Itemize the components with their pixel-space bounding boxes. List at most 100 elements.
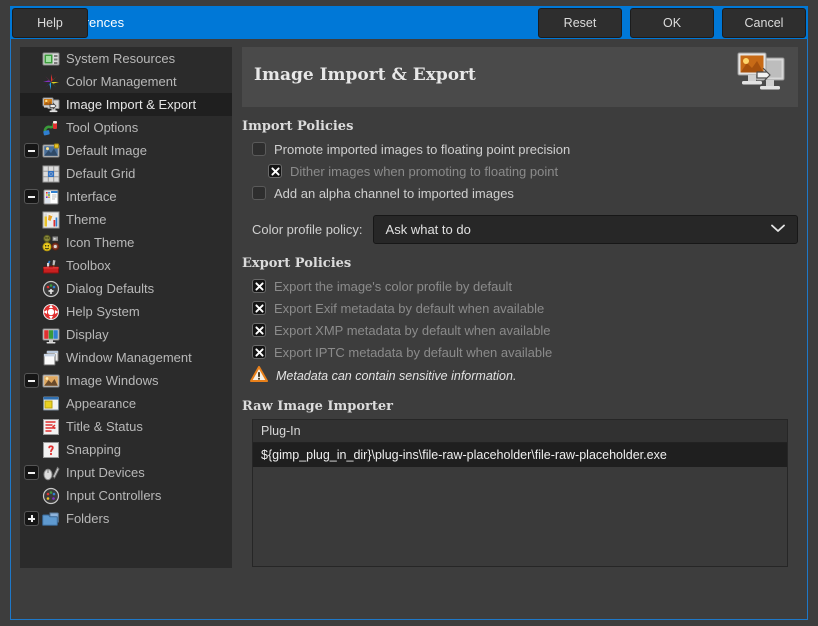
warning-triangle-icon <box>250 365 268 387</box>
raw-importer-row[interactable]: ${gimp_plug_in_dir}\plug-ins\file-raw-pl… <box>253 443 787 467</box>
reset-button[interactable]: Reset <box>538 8 622 38</box>
tool-options-icon <box>42 119 60 137</box>
dialog-defaults-icon <box>42 280 60 298</box>
raw-importer-list[interactable]: Plug-In ${gimp_plug_in_dir}\plug-ins\fil… <box>252 419 788 567</box>
export-policy-3-label: Export IPTC metadata by default when ava… <box>274 344 553 360</box>
input-controllers-icon <box>42 487 60 505</box>
sidebar-item-label: Appearance <box>66 396 137 411</box>
checkbox-checked-icon[interactable] <box>268 164 282 178</box>
appearance-icon <box>42 395 60 413</box>
export-policy-0-label: Export the image's color profile by defa… <box>274 278 513 294</box>
default-grid-icon <box>42 165 60 183</box>
ok-button[interactable]: OK <box>630 8 714 38</box>
sidebar-item-label: Image Windows <box>66 373 159 388</box>
sidebar-item-label: Image Import & Export <box>66 97 197 112</box>
preferences-sidebar[interactable]: System Resources Color Management Image Im… <box>20 47 232 568</box>
sidebar-item-label: Color Management <box>66 74 177 89</box>
import-policies-list: Promote imported images to floating poin… <box>242 138 798 204</box>
checkbox-checked-icon[interactable] <box>252 345 266 359</box>
sidebar-item-label: Input Devices <box>66 465 145 480</box>
sidebar-item-label: Theme <box>66 212 107 227</box>
help-system-icon <box>42 303 60 321</box>
sidebar-item-label: Toolbox <box>66 258 111 273</box>
color-profile-policy-select[interactable]: Ask what to do <box>372 214 798 244</box>
export-policy-2-row[interactable]: Export XMP metadata by default when avai… <box>242 319 798 341</box>
raw-importer-column-label: Plug-In <box>261 424 301 438</box>
sidebar-item-label: Folders <box>66 511 110 526</box>
metadata-warning-text: Metadata can contain sensitive informati… <box>276 369 517 383</box>
image-import-export-icon <box>42 96 60 114</box>
sidebar-item-dialog-defaults[interactable]: Dialog Defaults <box>20 277 232 300</box>
sidebar-item-folders[interactable]: Folders <box>20 507 232 530</box>
import-policy-1-label: Dither images when promoting to floating… <box>290 163 559 179</box>
sidebar-item-label: Help System <box>66 304 140 319</box>
export-policy-1-row[interactable]: Export Exif metadata by default when ava… <box>242 297 798 319</box>
preferences-main-panel: Image Import & Export Import Policies Pr… <box>242 47 798 568</box>
checkbox-unchecked-icon[interactable] <box>252 142 266 156</box>
sidebar-item-label: Default Image <box>66 143 147 158</box>
toolbox-icon <box>42 257 60 275</box>
sidebar-item-interface[interactable]: Interface <box>20 185 232 208</box>
import-policy-0-row[interactable]: Promote imported images to floating poin… <box>242 138 798 160</box>
collapse-expander-icon[interactable] <box>24 189 39 204</box>
snapping-icon <box>42 441 60 459</box>
cancel-button[interactable]: Cancel <box>722 8 806 38</box>
export-policies-title: Export Policies <box>242 256 352 271</box>
sidebar-item-default-image[interactable]: Default Image <box>20 139 232 162</box>
collapse-expander-icon[interactable] <box>24 465 39 480</box>
sidebar-item-title-status[interactable]: Title & Status <box>20 415 232 438</box>
sidebar-item-system-resources[interactable]: System Resources <box>20 47 232 70</box>
sidebar-item-help-system[interactable]: Help System <box>20 300 232 323</box>
import-policy-2-label: Add an alpha channel to imported images <box>274 185 514 201</box>
import-policy-1-row[interactable]: Dither images when promoting to floating… <box>242 160 798 182</box>
sidebar-item-label: Snapping <box>66 442 121 457</box>
title-status-icon <box>42 418 60 436</box>
sidebar-item-input-controllers[interactable]: Input Controllers <box>20 484 232 507</box>
sidebar-item-input-devices[interactable]: Input Devices <box>20 461 232 484</box>
interface-icon <box>42 188 60 206</box>
folders-icon <box>42 510 60 528</box>
checkbox-checked-icon[interactable] <box>252 301 266 315</box>
sidebar-item-display[interactable]: Display <box>20 323 232 346</box>
sidebar-item-color-management[interactable]: Color Management <box>20 70 232 93</box>
import-policies-title: Import Policies <box>242 119 354 134</box>
export-policy-0-row[interactable]: Export the image's color profile by defa… <box>242 275 798 297</box>
sidebar-item-label: Default Grid <box>66 166 136 181</box>
export-policies-list: Export the image's color profile by defa… <box>242 275 798 363</box>
input-devices-icon <box>42 464 60 482</box>
sidebar-item-default-grid[interactable]: Default Grid <box>20 162 232 185</box>
sidebar-item-theme[interactable]: Theme <box>20 208 232 231</box>
sidebar-item-appearance[interactable]: Appearance <box>20 392 232 415</box>
image-windows-icon <box>42 372 60 390</box>
preferences-window: Preferences System Resources Color Manage… <box>0 0 818 626</box>
color-management-icon <box>42 73 60 91</box>
collapse-expander-icon[interactable] <box>24 143 39 158</box>
import-policy-2-row[interactable]: Add an alpha channel to imported images <box>242 182 798 204</box>
sidebar-item-toolbox[interactable]: Toolbox <box>20 254 232 277</box>
export-policy-2-label: Export XMP metadata by default when avai… <box>274 322 551 338</box>
sidebar-item-window-management[interactable]: Window Management <box>20 346 232 369</box>
page-title: Image Import & Export <box>254 65 476 85</box>
checkbox-unchecked-icon[interactable] <box>252 186 266 200</box>
help-button[interactable]: Help <box>12 8 88 38</box>
sidebar-item-label: Interface <box>66 189 117 204</box>
expand-expander-icon[interactable] <box>24 511 39 526</box>
theme-icon <box>42 211 60 229</box>
checkbox-checked-icon[interactable] <box>252 323 266 337</box>
sidebar-item-label: Input Controllers <box>66 488 162 503</box>
display-icon <box>42 326 60 344</box>
color-profile-policy-value: Ask what to do <box>385 221 471 237</box>
raw-image-importer-title: Raw Image Importer <box>242 399 393 414</box>
metadata-warning: Metadata can contain sensitive informati… <box>242 365 798 387</box>
export-policy-3-row[interactable]: Export IPTC metadata by default when ava… <box>242 341 798 363</box>
checkbox-checked-icon[interactable] <box>252 279 266 293</box>
raw-importer-column-header[interactable]: Plug-In <box>253 420 787 443</box>
sidebar-item-snapping[interactable]: Snapping <box>20 438 232 461</box>
sidebar-item-tool-options[interactable]: Tool Options <box>20 116 232 139</box>
footer-button-group: Reset OK Cancel <box>538 8 806 38</box>
sidebar-item-image-import-export[interactable]: Image Import & Export <box>20 93 232 116</box>
collapse-expander-icon[interactable] <box>24 373 39 388</box>
sidebar-item-icon-theme[interactable]: Icon Theme <box>20 231 232 254</box>
sidebar-item-image-windows[interactable]: Image Windows <box>20 369 232 392</box>
sidebar-item-label: Display <box>66 327 109 342</box>
